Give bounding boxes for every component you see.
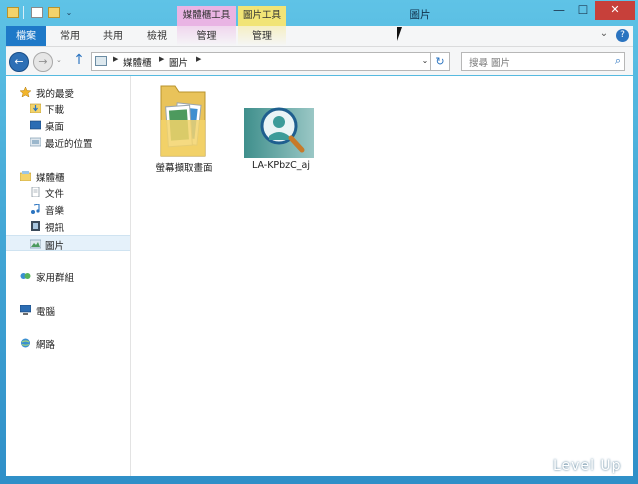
watermark-text: Level Up xyxy=(553,458,622,474)
window-title: 圖片 xyxy=(409,9,431,21)
videos-icon xyxy=(31,221,40,231)
search-input[interactable]: 搜尋 圖片 ⌕ xyxy=(461,52,625,71)
new-folder-icon[interactable] xyxy=(48,7,60,18)
tab-share[interactable]: 共用 xyxy=(94,26,132,46)
title-bar[interactable]: ⌄ 媒體櫃工具 圖片工具 圖片 — ☐ ✕ xyxy=(0,0,638,26)
sidebar-item-label: 圖片 xyxy=(45,241,65,252)
tab-manage-picture[interactable]: 管理 xyxy=(238,26,286,46)
file-name: 螢幕擷取畫面 xyxy=(155,163,213,174)
file-name: LA-KPbzC_aj xyxy=(251,160,311,171)
chevron-right-icon[interactable]: ▶ xyxy=(159,55,164,63)
refresh-button[interactable]: ↻ xyxy=(430,52,450,71)
tab-manage-media[interactable]: 管理 xyxy=(177,26,236,46)
properties-icon[interactable] xyxy=(31,7,43,18)
downloads-icon xyxy=(30,103,41,113)
sidebar-item-homegroup[interactable]: 家用群組 xyxy=(6,268,130,284)
sidebar-item-pictures[interactable]: 圖片 xyxy=(6,235,130,252)
minimize-button[interactable]: — xyxy=(547,1,571,20)
location-icon xyxy=(95,56,107,66)
sidebar-item-label: 視訊 xyxy=(45,223,65,234)
mouse-cursor xyxy=(397,27,407,41)
sidebar-item-label: 下載 xyxy=(45,105,65,116)
sidebar-item-documents[interactable]: 文件 xyxy=(6,184,130,200)
breadcrumb-pictures[interactable]: 圖片 xyxy=(169,55,188,69)
forward-button[interactable]: → xyxy=(33,52,53,72)
sidebar-item-label: 音樂 xyxy=(45,206,65,217)
customize-quick-access-icon[interactable]: ⌄ xyxy=(64,7,74,18)
sidebar-item-music[interactable]: 音樂 xyxy=(6,201,130,217)
folder-icon[interactable] xyxy=(7,7,19,18)
sidebar-item-downloads[interactable]: 下載 xyxy=(6,100,130,116)
sidebar-item-recent-places[interactable]: 最近的位置 xyxy=(6,134,130,150)
pictures-icon xyxy=(30,239,41,249)
recent-locations-icon[interactable]: ⌄ xyxy=(56,56,62,64)
navigation-pane: 我的最愛 下載 桌面 最近的位置 媒體櫃 文件 音樂 視訊 圖片 家用群組 電腦… xyxy=(6,76,131,476)
star-icon xyxy=(20,87,31,97)
tab-view[interactable]: 檢視 xyxy=(138,26,176,46)
tab-home[interactable]: 常用 xyxy=(52,26,88,46)
file-tile-la-kpbzc-aj[interactable]: LA-KPbzC_aj xyxy=(236,80,326,184)
recent-places-icon xyxy=(30,137,41,147)
sidebar-item-favorites[interactable]: 我的最愛 xyxy=(6,84,130,100)
sidebar-item-videos[interactable]: 視訊 xyxy=(6,218,130,234)
sidebar-item-desktop[interactable]: 桌面 xyxy=(6,117,130,133)
quick-access-divider xyxy=(23,6,24,19)
expand-ribbon-icon[interactable]: ⌄ xyxy=(597,28,611,44)
up-button[interactable]: ↑ xyxy=(72,52,86,68)
help-icon[interactable]: ? xyxy=(616,29,629,42)
file-list: 螢幕擷取畫面 LA-KPbzC_aj xyxy=(131,76,633,476)
context-tab-picture-tools: 圖片工具 xyxy=(238,6,286,26)
chevron-right-icon[interactable]: ▶ xyxy=(113,55,118,63)
chevron-right-icon[interactable]: ▶ xyxy=(196,55,201,63)
homegroup-icon xyxy=(20,273,31,279)
address-bar[interactable]: ▶ 媒體櫃 ▶ 圖片 ▶ ⌄ xyxy=(91,52,434,71)
sidebar-item-label: 媒體櫃 xyxy=(36,173,65,184)
libraries-icon xyxy=(20,171,31,181)
music-icon xyxy=(31,204,40,214)
sidebar-item-libraries[interactable]: 媒體櫃 xyxy=(6,168,130,184)
search-placeholder: 搜尋 圖片 xyxy=(469,58,511,69)
sidebar-item-label: 網路 xyxy=(36,340,56,351)
sidebar-item-label: 我的最愛 xyxy=(36,89,75,100)
back-button[interactable]: ← xyxy=(9,52,29,72)
context-tab-media-tools: 媒體櫃工具 xyxy=(177,6,236,26)
sidebar-item-label: 最近的位置 xyxy=(45,139,93,150)
sidebar-item-network[interactable]: 網路 xyxy=(6,335,130,351)
breadcrumb-libraries[interactable]: 媒體櫃 xyxy=(123,55,152,69)
tab-file[interactable]: 檔案 xyxy=(6,26,46,46)
sidebar-item-label: 文件 xyxy=(45,189,65,200)
window-frame: ⌄ 媒體櫃工具 圖片工具 圖片 — ☐ ✕ 檔案 常用 共用 檢視 管理 管理 … xyxy=(0,0,638,484)
navigation-bar: ← → ⌄ ↑ ▶ 媒體櫃 ▶ 圖片 ▶ ⌄ ↻ 搜尋 圖片 ⌕ xyxy=(6,47,633,75)
sidebar-item-label: 電腦 xyxy=(36,307,56,318)
sidebar-item-computer[interactable]: 電腦 xyxy=(6,302,130,318)
sidebar-item-label: 桌面 xyxy=(45,122,65,133)
computer-icon xyxy=(20,305,31,315)
desktop-icon xyxy=(30,120,41,130)
close-button[interactable]: ✕ xyxy=(595,1,635,20)
search-icon[interactable]: ⌕ xyxy=(615,54,621,68)
documents-icon xyxy=(31,187,40,197)
file-tile-screenshots-folder[interactable]: 螢幕擷取畫面 xyxy=(139,80,229,184)
sidebar-item-label: 家用群組 xyxy=(36,273,75,284)
folder-icon xyxy=(160,85,206,157)
ribbon-tab-bar: 檔案 常用 共用 檢視 管理 管理 ⌄ ? xyxy=(6,26,633,47)
network-icon xyxy=(21,338,30,348)
maximize-button[interactable]: ☐ xyxy=(571,1,595,20)
image-file-icon xyxy=(244,107,314,158)
